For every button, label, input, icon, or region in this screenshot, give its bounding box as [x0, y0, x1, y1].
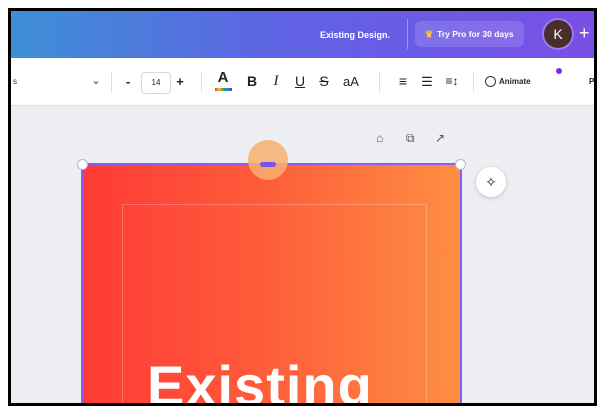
- animate-icon: [485, 76, 496, 88]
- app-window: Existing Design. ♛ Try Pro for 30 days K …: [8, 8, 597, 406]
- underline-button[interactable]: U: [293, 58, 307, 105]
- toolbar-divider: [111, 72, 112, 92]
- crown-icon: ♛: [425, 29, 434, 39]
- topbar-divider: [407, 19, 408, 49]
- chevron-down-icon[interactable]: ⌄: [89, 58, 103, 105]
- canvas-area: ⌂ ⧉ ↗ Existing ✧: [11, 105, 594, 403]
- resize-handle-top-left[interactable]: [77, 159, 88, 170]
- strikethrough-glyph: S: [319, 73, 329, 89]
- animate-button[interactable]: Animate: [485, 58, 531, 105]
- font-size-input[interactable]: 14: [141, 72, 171, 94]
- resize-handle-top-right[interactable]: [455, 159, 466, 170]
- italic-button[interactable]: I: [269, 58, 283, 105]
- list-icon[interactable]: ☰: [419, 58, 435, 105]
- align-center-icon[interactable]: ≡: [395, 58, 411, 105]
- letter-case-button[interactable]: aA: [340, 58, 362, 105]
- try-pro-button[interactable]: ♛ Try Pro for 30 days: [415, 21, 524, 47]
- animate-badge: [556, 68, 562, 74]
- cursor-highlight: [248, 140, 288, 180]
- add-page-icon[interactable]: ↗: [435, 131, 445, 145]
- line-spacing-icon[interactable]: ≡↕: [443, 58, 461, 105]
- text-color-button[interactable]: A: [214, 58, 232, 105]
- toolbar-divider: [379, 72, 380, 92]
- text-color-bar: [215, 88, 232, 91]
- top-bar: Existing Design. ♛ Try Pro for 30 days K …: [11, 11, 594, 58]
- heading-text[interactable]: Existing: [147, 353, 373, 403]
- animate-label: Animate: [499, 77, 531, 86]
- duplicate-page-icon[interactable]: ⧉: [406, 131, 415, 146]
- resize-handle-top[interactable]: [260, 162, 276, 167]
- strikethrough-button[interactable]: S: [317, 58, 331, 105]
- design-name[interactable]: Existing Design.: [316, 25, 394, 45]
- magic-edit-button[interactable]: ✧: [476, 167, 506, 197]
- add-button[interactable]: +: [579, 19, 590, 47]
- text-toolbar: s ⌄ - 14 + A B I U S aA ≡ ☰ ≡↕ Animate P…: [11, 58, 594, 106]
- position-button[interactable]: Po: [589, 58, 594, 105]
- decrease-font-size-button[interactable]: -: [121, 58, 135, 105]
- design-page[interactable]: Existing: [77, 140, 466, 403]
- font-family-dropdown[interactable]: s: [13, 58, 17, 105]
- try-pro-label: Try Pro for 30 days: [437, 29, 514, 39]
- increase-font-size-button[interactable]: +: [173, 58, 187, 105]
- toolbar-divider: [201, 72, 202, 92]
- toolbar-divider: [473, 72, 474, 92]
- avatar[interactable]: K: [544, 20, 572, 48]
- lock-icon[interactable]: ⌂: [376, 131, 383, 145]
- bold-button[interactable]: B: [245, 58, 259, 105]
